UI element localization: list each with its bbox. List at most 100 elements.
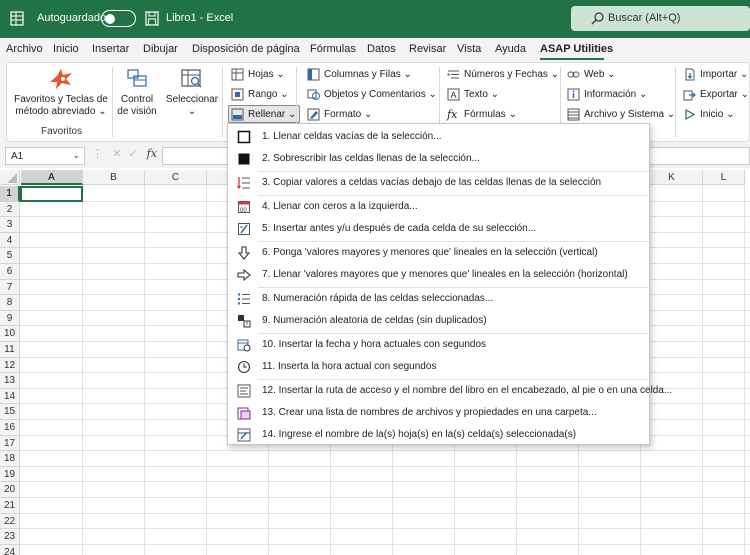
formato-button[interactable]: Formato ⌄: [307, 105, 372, 123]
menu-item-11[interactable]: 11. Inserta la hora actual con segundos: [228, 356, 649, 378]
web-button[interactable]: Web ⌄: [567, 65, 616, 83]
check-icon[interactable]: ✓: [128, 148, 137, 160]
rellenar-button[interactable]: Rellenar ⌄: [228, 105, 301, 123]
row-header-21[interactable]: 21: [0, 498, 20, 514]
text-icon: A: [447, 88, 460, 100]
column-header-a[interactable]: A: [21, 170, 83, 185]
column-header-l[interactable]: L: [703, 170, 745, 185]
list-copy-icon: [237, 177, 250, 189]
tab-ayuda[interactable]: Ayuda: [495, 43, 526, 55]
select-all-corner[interactable]: [0, 170, 20, 185]
menu-item-12[interactable]: 12. Insertar la ruta de acceso y el nomb…: [228, 380, 672, 402]
row-header-18[interactable]: 18: [0, 451, 20, 467]
row-header-14[interactable]: 14: [0, 388, 20, 405]
formulas-label: Fórmulas: [464, 108, 506, 120]
formulas-button[interactable]: fx Fórmulas ⌄: [447, 105, 517, 123]
rango-button[interactable]: Rango ⌄: [231, 85, 289, 103]
menu-item-13[interactable]: 13. Crear una lista de nombres de archiv…: [228, 402, 649, 424]
play-icon: [685, 108, 696, 120]
informacion-button[interactable]: Información ⌄: [567, 85, 647, 103]
tab-revisar[interactable]: Revisar: [409, 43, 446, 55]
grid-line-horizontal: [20, 465, 750, 467]
cancel-icon[interactable]: ✕: [112, 148, 121, 160]
tab-disposicion[interactable]: Disposición de página: [192, 43, 300, 55]
row-header-8[interactable]: 8: [0, 295, 20, 311]
row-header-19[interactable]: 19: [0, 466, 20, 483]
row-header-10[interactable]: 10: [0, 326, 20, 342]
rellenar-dropdown-menu: 1. Llenar celdas vacías de la selección.…: [227, 123, 672, 446]
hojas-button[interactable]: Hojas ⌄: [231, 65, 285, 83]
tab-insertar[interactable]: Insertar: [92, 43, 129, 55]
insert-text-icon: [238, 223, 250, 235]
menu-item-6[interactable]: 6. Ponga 'valores mayores y menores que'…: [228, 242, 649, 264]
menu-item-4[interactable]: 00 4. Llenar con ceros a la izquierda...: [228, 196, 649, 218]
objetos-comentarios-button[interactable]: Objetos y Comentarios ⌄: [307, 85, 437, 103]
row-header-13[interactable]: 13: [0, 373, 20, 389]
menu-item-5[interactable]: 5. Insertar antes y/u después de cada ce…: [228, 218, 649, 240]
numeros-fechas-button[interactable]: Números y Fechas ⌄: [447, 65, 559, 83]
name-box[interactable]: A1 ⌄: [5, 147, 85, 165]
tab-archivo[interactable]: Archivo: [6, 43, 43, 55]
favorites-button[interactable]: Favoritos y Teclas de método abreviado ⌄: [11, 68, 111, 120]
row-header-6[interactable]: 6: [0, 264, 20, 280]
texto-button[interactable]: A Texto ⌄: [447, 85, 499, 103]
menu-item-9[interactable]: ? 9. Numeración aleatoria de celdas (sin…: [228, 310, 649, 332]
row-header-23[interactable]: 23: [0, 529, 20, 545]
columnas-filas-button[interactable]: Columnas y Filas ⌄: [307, 65, 412, 83]
menu-item-10[interactable]: 10. Insertar la fecha y hora actuales co…: [228, 334, 649, 356]
row-header-12[interactable]: 12: [0, 357, 20, 374]
grid-line-horizontal: [20, 528, 750, 530]
row-header-4[interactable]: 4: [0, 232, 20, 249]
grid-line-horizontal: [20, 512, 750, 514]
row-header-22[interactable]: 22: [0, 513, 20, 530]
menu-item-3[interactable]: 3. Copiar valores a celdas vacías debajo…: [228, 172, 649, 194]
menu-item-1[interactable]: 1. Llenar celdas vacías de la selección.…: [228, 126, 649, 148]
row-header-3[interactable]: 3: [0, 217, 20, 233]
exportar-label: Exportar: [700, 88, 738, 100]
column-header-k[interactable]: K: [641, 170, 703, 185]
export-icon: [683, 90, 696, 100]
select-all-triangle-icon: [7, 173, 17, 183]
active-cell-a1[interactable]: [20, 186, 83, 202]
tab-asap-utilities[interactable]: ASAP Utilities: [540, 43, 613, 55]
import-icon: [685, 68, 695, 80]
menu-item-label: 1. Llenar celdas vacías de la selección.…: [262, 131, 442, 142]
row-header-11[interactable]: 11: [0, 342, 20, 358]
exportar-button[interactable]: Exportar ⌄: [683, 85, 749, 103]
row-header-9[interactable]: 9: [0, 310, 20, 327]
excel-app-icon[interactable]: [10, 11, 24, 26]
menu-item-8[interactable]: 8. Numeración rápida de las celdas selec…: [228, 288, 649, 310]
column-header-b[interactable]: B: [83, 170, 145, 185]
chevron-down-icon[interactable]: ⌄: [72, 150, 80, 161]
svg-text:A: A: [451, 90, 457, 100]
row-header-15[interactable]: 15: [0, 404, 20, 420]
row-header-17[interactable]: 17: [0, 435, 20, 452]
row-header-1[interactable]: 1: [0, 186, 20, 202]
row-header-7[interactable]: 7: [0, 279, 20, 296]
row-header-5[interactable]: 5: [0, 248, 20, 264]
menu-item-14[interactable]: 14. Ingrese el nombre de la(s) hoja(s) e…: [228, 424, 649, 446]
tab-vista[interactable]: Vista: [457, 43, 481, 55]
menu-item-7[interactable]: 7. Llenar 'valores mayores que y menores…: [228, 264, 649, 286]
save-icon[interactable]: [145, 11, 159, 26]
seleccionar-button[interactable]: Seleccionar ⌄: [165, 68, 219, 118]
tab-dibujar[interactable]: Dibujar: [143, 43, 178, 55]
column-header-c[interactable]: C: [145, 170, 207, 185]
inicio-button[interactable]: Inicio ⌄: [683, 105, 735, 123]
menu-item-label: 7. Llenar 'valores mayores que y menores…: [262, 269, 628, 280]
importar-button[interactable]: Importar ⌄: [683, 65, 748, 83]
row-header-2[interactable]: 2: [0, 201, 20, 218]
row-header-20[interactable]: 20: [0, 482, 20, 498]
row-header-24[interactable]: 24: [0, 544, 20, 555]
autosave-toggle[interactable]: [101, 10, 136, 27]
search-box[interactable]: Buscar (Alt+Q): [571, 6, 750, 31]
fx-icon[interactable]: fx: [147, 147, 157, 160]
tab-datos[interactable]: Datos: [367, 43, 396, 55]
row-header-16[interactable]: 16: [0, 420, 20, 436]
control-vision-button[interactable]: Control de visión: [115, 68, 159, 118]
menu-item-2[interactable]: 2. Sobrescribir las celdas llenas de la …: [228, 148, 649, 170]
tab-formulas[interactable]: Fórmulas: [310, 43, 356, 55]
tab-inicio[interactable]: Inicio: [53, 43, 79, 55]
archivo-sistema-button[interactable]: Archivo y Sistema ⌄: [567, 105, 675, 123]
menu-item-label: 10. Insertar la fecha y hora actuales co…: [262, 339, 487, 350]
